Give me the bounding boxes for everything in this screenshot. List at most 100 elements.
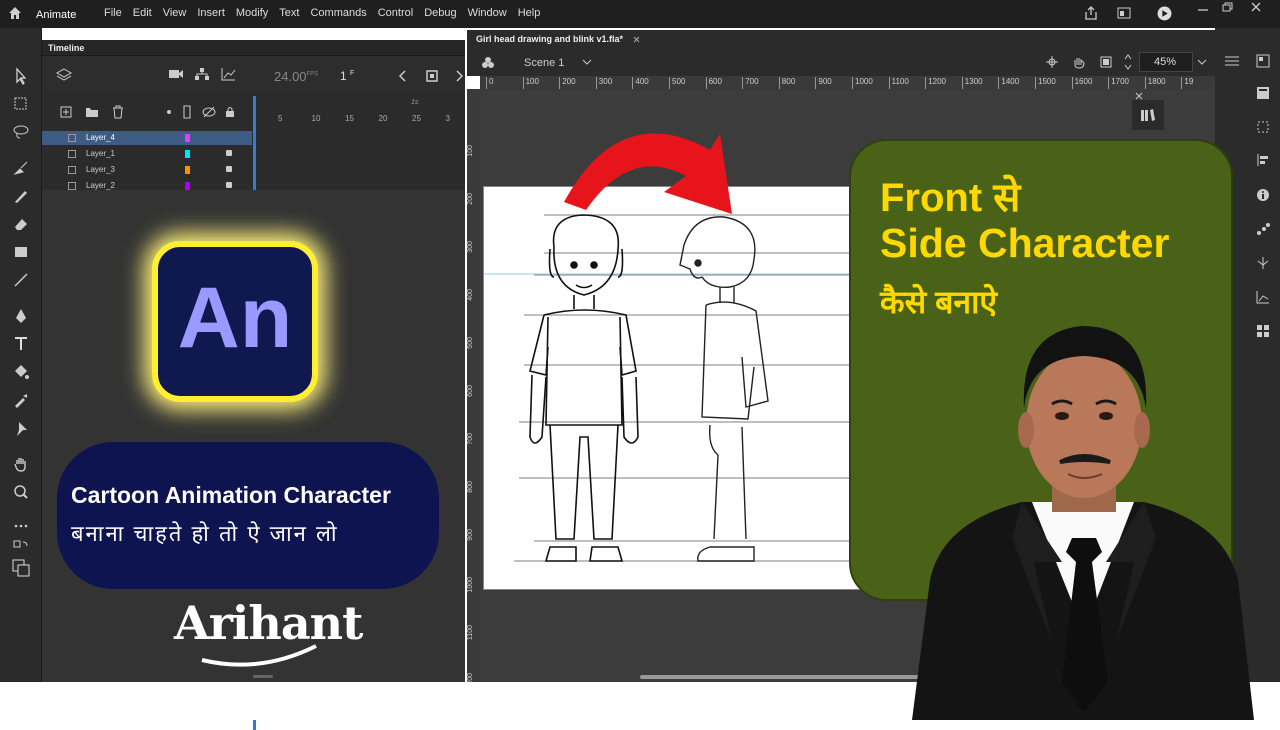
swatches-icon[interactable]	[1256, 324, 1270, 338]
home-icon[interactable]	[8, 6, 22, 20]
workspace-icon[interactable]	[1117, 6, 1131, 20]
chart-panel-icon[interactable]	[1256, 290, 1270, 304]
layer-lock-icon[interactable]	[226, 150, 232, 156]
selection-tool-icon[interactable]	[11, 66, 31, 86]
layer-lock-icon[interactable]	[226, 182, 232, 188]
eyedropper-icon[interactable]	[11, 390, 31, 410]
rotate-stage-icon[interactable]	[1072, 55, 1086, 69]
close-icon[interactable]	[1250, 1, 1262, 13]
layer-row[interactable]: Layer_4	[42, 131, 252, 145]
components-icon[interactable]	[1256, 256, 1270, 270]
rectangle-tool-icon[interactable]	[11, 242, 31, 262]
visibility-icon[interactable]	[202, 106, 216, 118]
stage-scrollbar[interactable]	[640, 675, 920, 679]
library-icon[interactable]	[1140, 108, 1156, 122]
document-tab[interactable]: Girl head drawing and blink v1.fla*	[476, 34, 623, 44]
menu-item-insert[interactable]: Insert	[197, 7, 225, 19]
menu-item-debug[interactable]: Debug	[424, 7, 456, 19]
layer-color-swatch[interactable]	[185, 166, 190, 174]
frame-ruler[interactable]: 1s 5 10 15 20 25 3	[254, 98, 465, 126]
vruler-label: 800	[467, 481, 474, 493]
zoom-dropdown-icon[interactable]	[1197, 59, 1207, 65]
menu-item-window[interactable]: Window	[468, 7, 507, 19]
timeline-tab-label: Timeline	[48, 43, 85, 53]
layer-parenting-icon[interactable]	[194, 67, 210, 81]
line-tool-icon[interactable]	[11, 270, 31, 290]
next-frame-icon[interactable]	[455, 70, 463, 82]
library-popup[interactable]	[1132, 100, 1164, 130]
stage-canvas[interactable]	[483, 186, 884, 590]
hand-tool-icon[interactable]	[11, 454, 31, 474]
menu-item-view[interactable]: View	[163, 7, 187, 19]
layer-row[interactable]: Layer_1	[42, 147, 252, 161]
layer-color-swatch[interactable]	[185, 134, 190, 142]
share-icon[interactable]	[1084, 6, 1098, 20]
transform-panel-icon[interactable]	[1256, 120, 1270, 134]
paint-bucket-icon[interactable]	[11, 362, 31, 382]
paint-brush-icon[interactable]	[11, 158, 31, 178]
zoom-input[interactable]: 45%	[1139, 52, 1193, 72]
stroke-fill-color-icon[interactable]	[11, 558, 31, 578]
pen-tool-icon[interactable]	[11, 306, 31, 326]
outline-icon[interactable]	[183, 105, 191, 119]
menu-item-text[interactable]: Text	[279, 7, 299, 19]
layer-name[interactable]: Layer_1	[86, 147, 115, 161]
layer-row[interactable]: Layer_3	[42, 163, 252, 177]
scene-selector[interactable]: Scene 1	[524, 57, 564, 69]
free-transform-icon[interactable]	[11, 94, 31, 114]
zoom-tool-icon[interactable]	[11, 482, 31, 502]
brush-icon[interactable]	[11, 186, 31, 206]
highlight-dot-icon[interactable]	[166, 109, 172, 115]
frame-tick-label: 5	[278, 114, 283, 123]
layer-color-swatch[interactable]	[185, 150, 190, 158]
layer-lock-icon[interactable]	[226, 166, 232, 172]
more-tools-icon[interactable]	[11, 516, 31, 536]
swap-colors-icon[interactable]	[11, 538, 31, 558]
fps-readout[interactable]: 24.00FPS	[274, 69, 318, 84]
new-folder-icon[interactable]	[85, 106, 99, 118]
tab-close-icon[interactable]	[633, 36, 640, 43]
layer-color-swatch[interactable]	[185, 182, 190, 190]
motion-presets-icon[interactable]	[1256, 222, 1270, 236]
graph-icon[interactable]	[220, 67, 236, 81]
menu-item-commands[interactable]: Commands	[310, 7, 366, 19]
menu-item-file[interactable]: File	[104, 7, 122, 19]
camera-icon[interactable]	[168, 68, 184, 80]
minimize-icon[interactable]	[1197, 2, 1209, 12]
lock-icon[interactable]	[225, 105, 235, 118]
frame-unit: F	[350, 70, 355, 77]
eraser-icon[interactable]	[11, 214, 31, 234]
new-layer-icon[interactable]	[60, 106, 72, 118]
info-icon[interactable]	[1256, 188, 1270, 202]
library-panel-icon[interactable]	[1256, 86, 1270, 100]
lasso-icon[interactable]	[11, 122, 31, 142]
menu-item-control[interactable]: Control	[378, 7, 413, 19]
menu-item-modify[interactable]: Modify	[236, 7, 268, 19]
ruler-label: 700	[742, 77, 759, 89]
zoom-stepper-icon[interactable]	[1123, 52, 1133, 72]
prev-frame-icon[interactable]	[398, 70, 408, 82]
pin-tool-icon[interactable]	[11, 418, 31, 438]
panel-icon[interactable]	[1256, 54, 1270, 68]
menu-item-help[interactable]: Help	[518, 7, 541, 19]
layer-name[interactable]: Layer_3	[86, 163, 115, 177]
frame-readout[interactable]: 1 F	[340, 69, 354, 83]
scene-icon[interactable]	[481, 56, 495, 70]
text-tool-icon[interactable]	[11, 334, 31, 354]
menu-item-edit[interactable]: Edit	[133, 7, 152, 19]
align-panel-icon[interactable]	[1256, 153, 1270, 167]
layer-name[interactable]: Layer_4	[86, 131, 115, 145]
delete-layer-icon[interactable]	[112, 105, 124, 119]
scroll-handle[interactable]	[253, 675, 273, 678]
keyframe-icon[interactable]	[426, 70, 438, 82]
layers-icon[interactable]	[56, 68, 72, 82]
fps-unit: FPS	[306, 71, 319, 78]
properties-icon[interactable]	[1224, 54, 1240, 68]
snap-icon[interactable]	[1045, 55, 1059, 69]
test-movie-icon[interactable]	[1157, 6, 1172, 21]
chevron-down-icon[interactable]	[582, 59, 592, 65]
clip-stage-icon[interactable]	[1099, 55, 1113, 69]
timeline-tab[interactable]: Timeline	[42, 40, 465, 56]
restore-icon[interactable]	[1222, 2, 1234, 12]
vruler-label: 600	[467, 385, 474, 397]
